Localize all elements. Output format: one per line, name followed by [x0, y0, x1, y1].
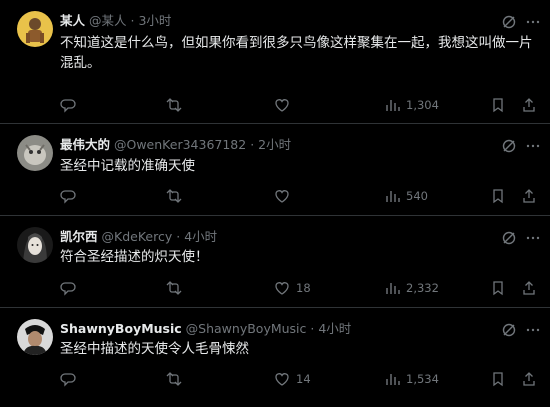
views-button[interactable]: 2,332 — [384, 279, 439, 297]
tweet[interactable]: 某人 @某人 · 3小时 不知道这是什么鸟，但如果你看到很多只鸟像这样聚集在一起… — [0, 0, 550, 124]
grok-icon[interactable] — [501, 138, 517, 154]
retweet-button[interactable] — [166, 279, 188, 297]
grok-icon[interactable] — [501, 14, 517, 30]
tweet[interactable]: 最伟大的 @OwenKer34367182 · 2小时 圣经中记载的准确天使 5… — [0, 124, 550, 216]
view-count: 1,534 — [406, 372, 439, 386]
retweet-button[interactable] — [166, 370, 188, 388]
view-count: 2,332 — [406, 281, 439, 295]
like-icon — [274, 280, 290, 296]
handle[interactable]: @KdeKercy — [102, 229, 173, 244]
grok-icon[interactable] — [501, 230, 517, 246]
share-icon — [521, 280, 537, 296]
separator: · — [130, 13, 135, 28]
bookmark-icon — [490, 280, 506, 296]
retweet-button[interactable] — [166, 187, 188, 205]
share-button[interactable] — [521, 96, 537, 114]
views-icon — [384, 371, 400, 387]
share-button[interactable] — [521, 370, 537, 388]
like-count: 14 — [296, 372, 311, 386]
like-icon — [274, 371, 290, 387]
share-button[interactable] — [521, 187, 537, 205]
avatar[interactable] — [17, 227, 53, 263]
share-icon — [521, 97, 537, 113]
retweet-icon — [166, 371, 182, 387]
tweet-header: 凯尔西 @KdeKercy · 4小时 — [60, 228, 510, 245]
reply-button[interactable] — [60, 96, 82, 114]
handle[interactable]: @OwenKer34367182 — [114, 137, 246, 152]
view-count: 1,304 — [406, 98, 439, 112]
reply-button[interactable] — [60, 279, 82, 297]
bookmark-icon — [490, 371, 506, 387]
views-button[interactable]: 540 — [384, 187, 428, 205]
display-name[interactable]: 凯尔西 — [60, 229, 98, 244]
more-icon[interactable] — [525, 138, 541, 154]
views-icon — [384, 188, 400, 204]
tweet-text: 符合圣经描述的炽天使！ — [60, 249, 209, 265]
views-icon — [384, 97, 400, 113]
like-button[interactable] — [274, 187, 296, 205]
share-icon — [521, 188, 537, 204]
separator: · — [250, 137, 255, 152]
more-icon[interactable] — [525, 14, 541, 30]
tweet-header: 最伟大的 @OwenKer34367182 · 2小时 — [60, 136, 510, 153]
bookmark-button[interactable] — [490, 96, 506, 114]
timestamp[interactable]: 4小时 — [184, 229, 217, 244]
views-button[interactable]: 1,304 — [384, 96, 439, 114]
action-bar: 14 1,534 — [60, 370, 534, 388]
tweet-text: 圣经中描述的天使令人毛骨悚然 — [60, 341, 249, 357]
bookmark-icon — [490, 97, 506, 113]
separator: · — [310, 321, 315, 336]
timestamp[interactable]: 2小时 — [258, 137, 291, 152]
handle[interactable]: @ShawnyBoyMusic — [186, 321, 307, 336]
reply-icon — [60, 188, 76, 204]
tweet[interactable]: ShawnyBoyMusic @ShawnyBoyMusic · 4小时 圣经中… — [0, 308, 550, 407]
tweet-text: 不知道这是什么鸟，但如果你看到很多只鸟像这样聚集在一起，我想这叫做一片混乱。 — [60, 35, 533, 71]
tweet[interactable]: 凯尔西 @KdeKercy · 4小时 符合圣经描述的炽天使！ 18 2,332 — [0, 216, 550, 308]
like-icon — [274, 97, 290, 113]
tweet-text: 圣经中记载的准确天使 — [60, 158, 195, 174]
views-icon — [384, 280, 400, 296]
display-name[interactable]: ShawnyBoyMusic — [60, 321, 182, 336]
retweet-icon — [166, 280, 182, 296]
share-button[interactable] — [521, 279, 537, 297]
timestamp[interactable]: 4小时 — [318, 321, 351, 336]
more-icon[interactable] — [525, 322, 541, 338]
display-name[interactable]: 某人 — [60, 13, 85, 28]
more-icon[interactable] — [525, 230, 541, 246]
bookmark-button[interactable] — [490, 370, 506, 388]
separator: · — [176, 229, 181, 244]
action-bar: 540 — [60, 187, 534, 205]
avatar[interactable] — [17, 135, 53, 171]
action-bar: 1,304 — [60, 96, 534, 114]
like-button[interactable] — [274, 96, 296, 114]
reply-button[interactable] — [60, 370, 82, 388]
handle[interactable]: @某人 — [89, 13, 127, 28]
avatar[interactable] — [17, 319, 53, 355]
like-button[interactable]: 18 — [274, 279, 311, 297]
retweet-icon — [166, 188, 182, 204]
like-icon — [274, 188, 290, 204]
bookmark-button[interactable] — [490, 187, 506, 205]
reply-icon — [60, 280, 76, 296]
views-button[interactable]: 1,534 — [384, 370, 439, 388]
action-bar: 18 2,332 — [60, 279, 534, 297]
display-name[interactable]: 最伟大的 — [60, 137, 110, 152]
tweet-header: 某人 @某人 · 3小时 — [60, 12, 510, 29]
bookmark-button[interactable] — [490, 279, 506, 297]
bookmark-icon — [490, 188, 506, 204]
retweet-icon — [166, 97, 182, 113]
avatar[interactable] — [17, 11, 53, 47]
reply-icon — [60, 371, 76, 387]
reply-button[interactable] — [60, 187, 82, 205]
grok-icon[interactable] — [501, 322, 517, 338]
like-button[interactable]: 14 — [274, 370, 311, 388]
view-count: 540 — [406, 189, 428, 203]
tweet-header: ShawnyBoyMusic @ShawnyBoyMusic · 4小时 — [60, 320, 510, 337]
retweet-button[interactable] — [166, 96, 188, 114]
reply-icon — [60, 97, 76, 113]
timestamp[interactable]: 3小时 — [138, 13, 171, 28]
share-icon — [521, 371, 537, 387]
like-count: 18 — [296, 281, 311, 295]
tweet-feed: 某人 @某人 · 3小时 不知道这是什么鸟，但如果你看到很多只鸟像这样聚集在一起… — [0, 0, 550, 407]
